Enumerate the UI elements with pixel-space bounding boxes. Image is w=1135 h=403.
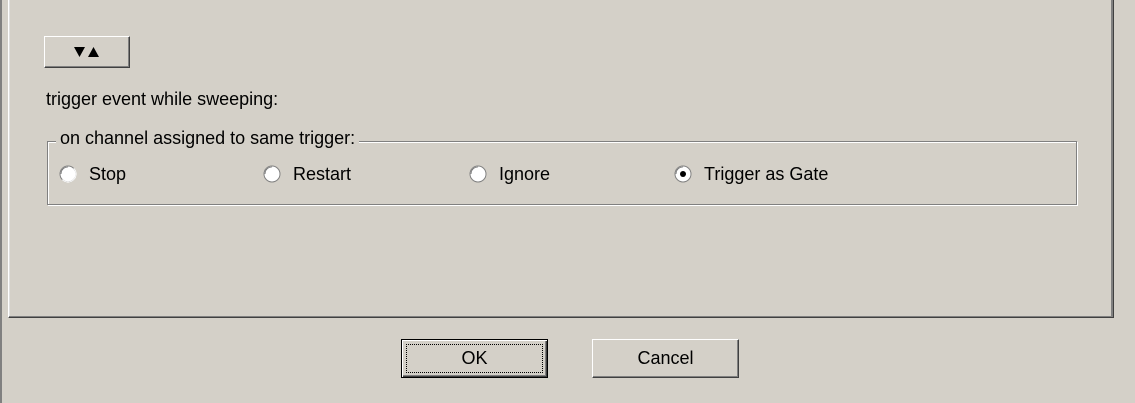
radio-trigger-as-gate-label: Trigger as Gate bbox=[704, 163, 829, 184]
radio-trigger-as-gate[interactable]: Trigger as Gate bbox=[674, 161, 828, 187]
radio-restart[interactable]: Restart bbox=[263, 161, 351, 187]
down-up-triangles-icon bbox=[74, 46, 100, 58]
dialog-window: trigger event while sweeping: on channel… bbox=[0, 0, 1135, 403]
radio-ignore[interactable]: Ignore bbox=[469, 161, 550, 187]
trigger-behavior-groupbox bbox=[47, 141, 1077, 205]
trigger-event-label: trigger event while sweeping: bbox=[46, 89, 279, 109]
radio-restart-label: Restart bbox=[293, 163, 352, 184]
radio-checked-icon bbox=[674, 165, 692, 183]
panel-right-edge bbox=[1111, 0, 1113, 317]
ok-button-label: OK bbox=[461, 348, 488, 368]
radio-unchecked-icon bbox=[59, 165, 77, 183]
radio-unchecked-icon bbox=[469, 165, 487, 183]
window-left-edge bbox=[0, 0, 2, 403]
cancel-button[interactable]: Cancel bbox=[592, 339, 739, 378]
cancel-button-label: Cancel bbox=[637, 348, 694, 368]
radio-stop-label: Stop bbox=[89, 163, 127, 184]
groupbox-legend: on channel assigned to same trigger: bbox=[56, 128, 360, 149]
expand-collapse-button[interactable] bbox=[44, 36, 130, 68]
radio-ignore-label: Ignore bbox=[499, 163, 551, 184]
radio-stop[interactable]: Stop bbox=[59, 161, 126, 187]
ok-button[interactable]: OK bbox=[401, 339, 548, 378]
radio-unchecked-icon bbox=[263, 165, 281, 183]
